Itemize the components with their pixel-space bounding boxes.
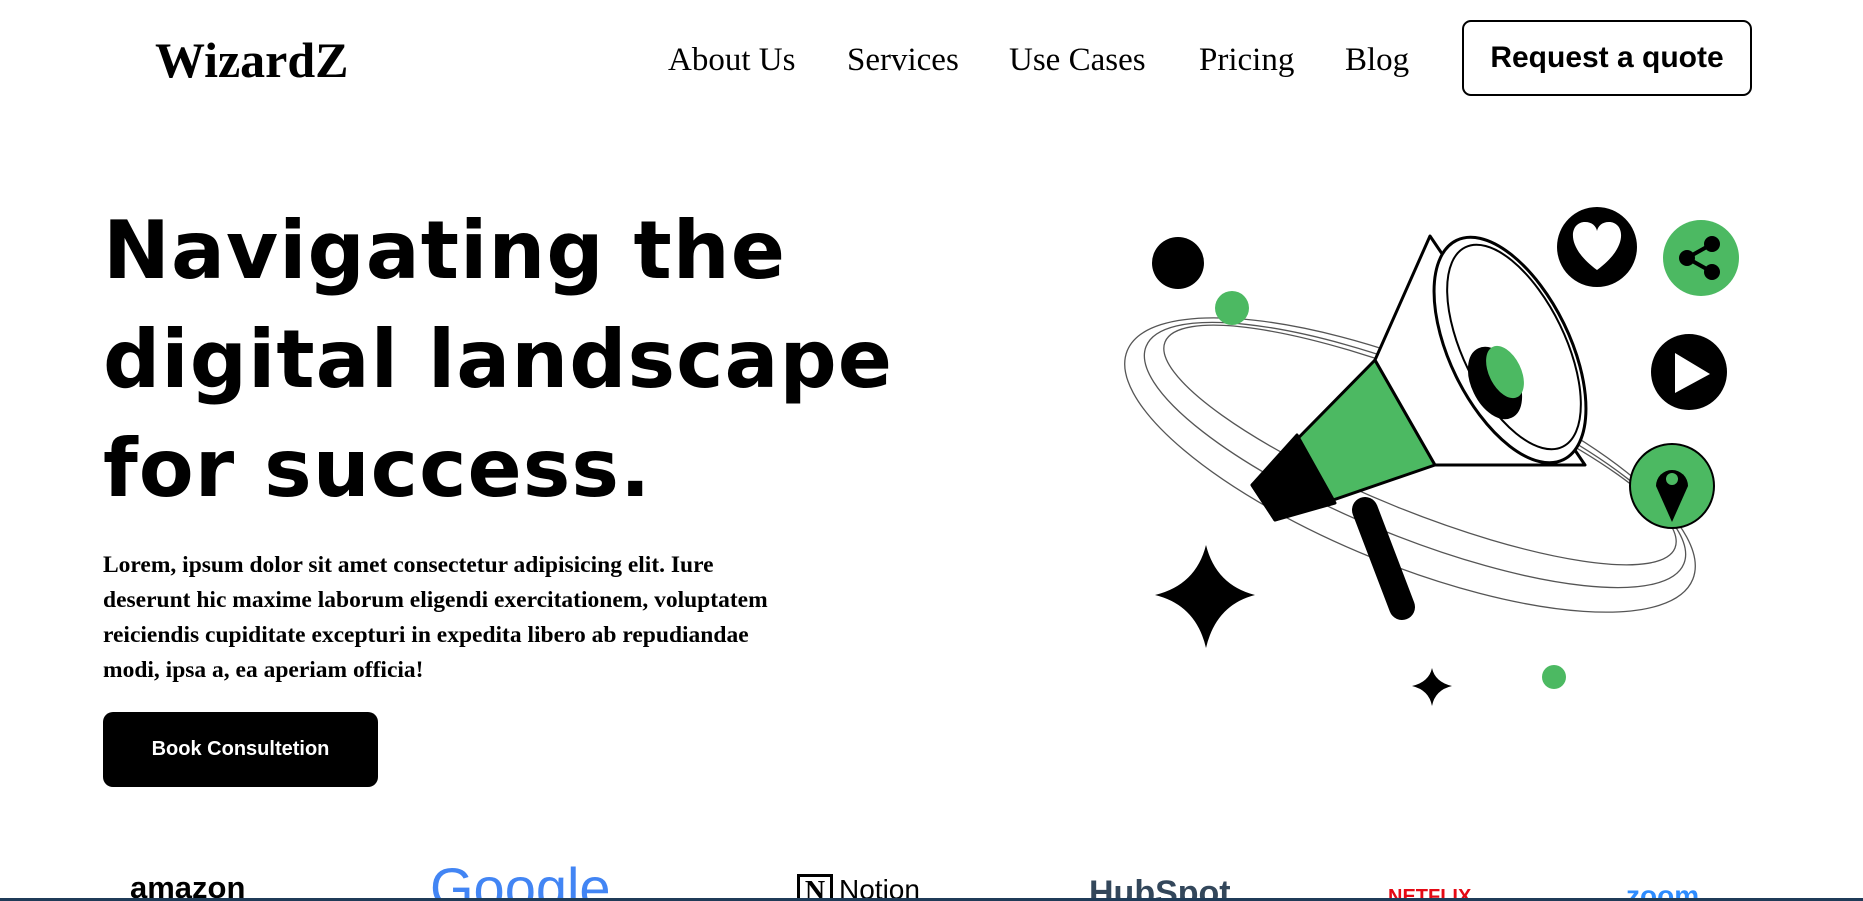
play-icon: [1651, 334, 1727, 410]
logo-notion: N Notion: [797, 874, 920, 901]
partner-logos: amazon Google N Notion HubSpot NETFLIX z…: [0, 860, 1863, 901]
sparkle-icon: [1412, 668, 1452, 706]
share-icon: [1663, 220, 1739, 296]
book-consultation-button[interactable]: Book Consultetion: [103, 712, 378, 787]
logo-hubspot: HubSpot: [1089, 874, 1231, 901]
decor-dot-icon: [1215, 291, 1249, 325]
hero-title: Navigating the digital landscape for suc…: [103, 196, 893, 523]
request-quote-button[interactable]: Request a quote: [1462, 20, 1752, 96]
decor-dot-icon: [1152, 237, 1204, 289]
nav-blog[interactable]: Blog: [1345, 36, 1409, 84]
hero-illustration: [1124, 207, 1739, 706]
hero-title-line: digital landscape: [103, 313, 894, 406]
hero-description: Lorem, ipsum dolor sit amet consectetur …: [103, 552, 768, 683]
logo-amazon: amazon: [130, 870, 246, 901]
sparkle-icon: [1155, 545, 1255, 648]
nav-services[interactable]: Services: [847, 36, 959, 84]
heart-icon: [1557, 207, 1637, 287]
decor-dot-icon: [1542, 665, 1566, 689]
logo-google: Google: [430, 860, 611, 901]
hero-title-line: Navigating the: [103, 204, 786, 297]
megaphone-icon: [1250, 234, 1588, 620]
hero-title-line: for success.: [103, 422, 652, 515]
nav-pricing[interactable]: Pricing: [1199, 36, 1294, 84]
logo-notion-text: Notion: [839, 874, 920, 901]
nav-use-cases[interactable]: Use Cases: [1009, 36, 1146, 84]
location-pin-icon: [1629, 443, 1715, 529]
nav-about-us[interactable]: About Us: [668, 36, 795, 84]
notion-mark-icon: N: [797, 874, 833, 901]
